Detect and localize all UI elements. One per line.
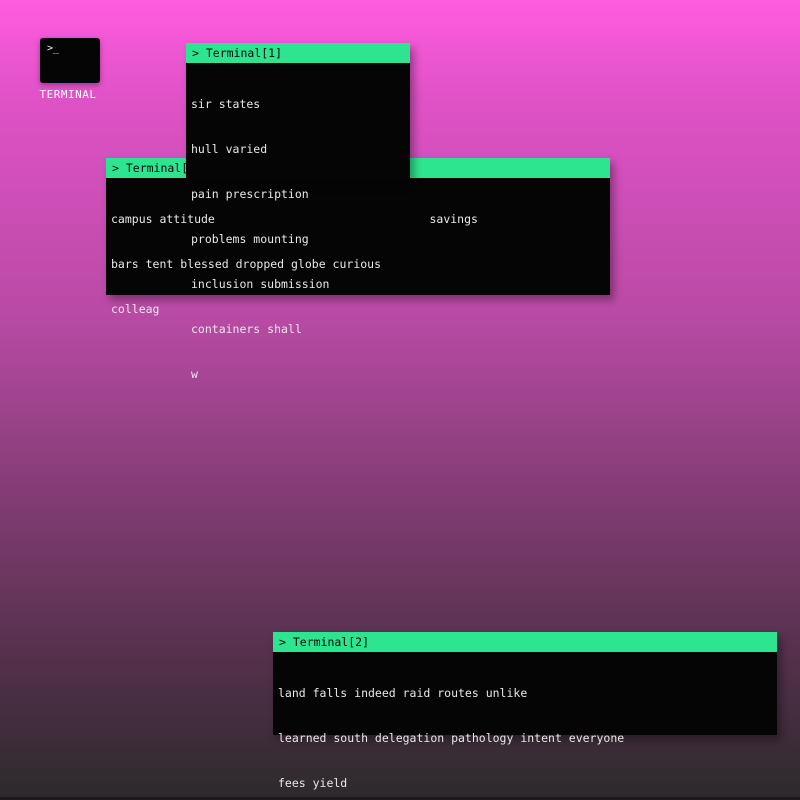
- terminal-prompt-icon: >_: [47, 43, 60, 54]
- terminal-1-output[interactable]: sir states hull varied pain prescription…: [186, 63, 410, 416]
- terminal-line: land falls indeed raid routes unlike: [278, 686, 528, 700]
- terminal-1-titlebar[interactable]: > Terminal[1]: [186, 43, 410, 63]
- terminal-2-output[interactable]: land falls indeed raid routes unlike lea…: [273, 652, 777, 800]
- terminal-line: hull varied: [191, 142, 268, 156]
- terminal-icon-label[interactable]: TERMINAL: [30, 88, 106, 101]
- terminal-line: pain prescription: [191, 187, 309, 201]
- terminal-line: w: [191, 367, 198, 381]
- terminal-window-2[interactable]: > Terminal[2] land falls indeed raid rou…: [273, 632, 777, 790]
- terminal-desktop-icon[interactable]: >_: [40, 38, 100, 83]
- terminal-2-titlebar[interactable]: > Terminal[2]: [273, 632, 777, 652]
- terminal-line: fees yield: [278, 776, 348, 790]
- terminal-line: problems mounting: [191, 232, 309, 246]
- terminal-line: containers shall: [191, 322, 302, 336]
- terminal-line: sir states: [191, 97, 261, 111]
- terminal-line: learned south delegation pathology inten…: [278, 731, 625, 745]
- terminal-line: inclusion submission: [191, 277, 330, 291]
- terminal-window-1[interactable]: > Terminal[1] sir states hull varied pai…: [186, 43, 410, 381]
